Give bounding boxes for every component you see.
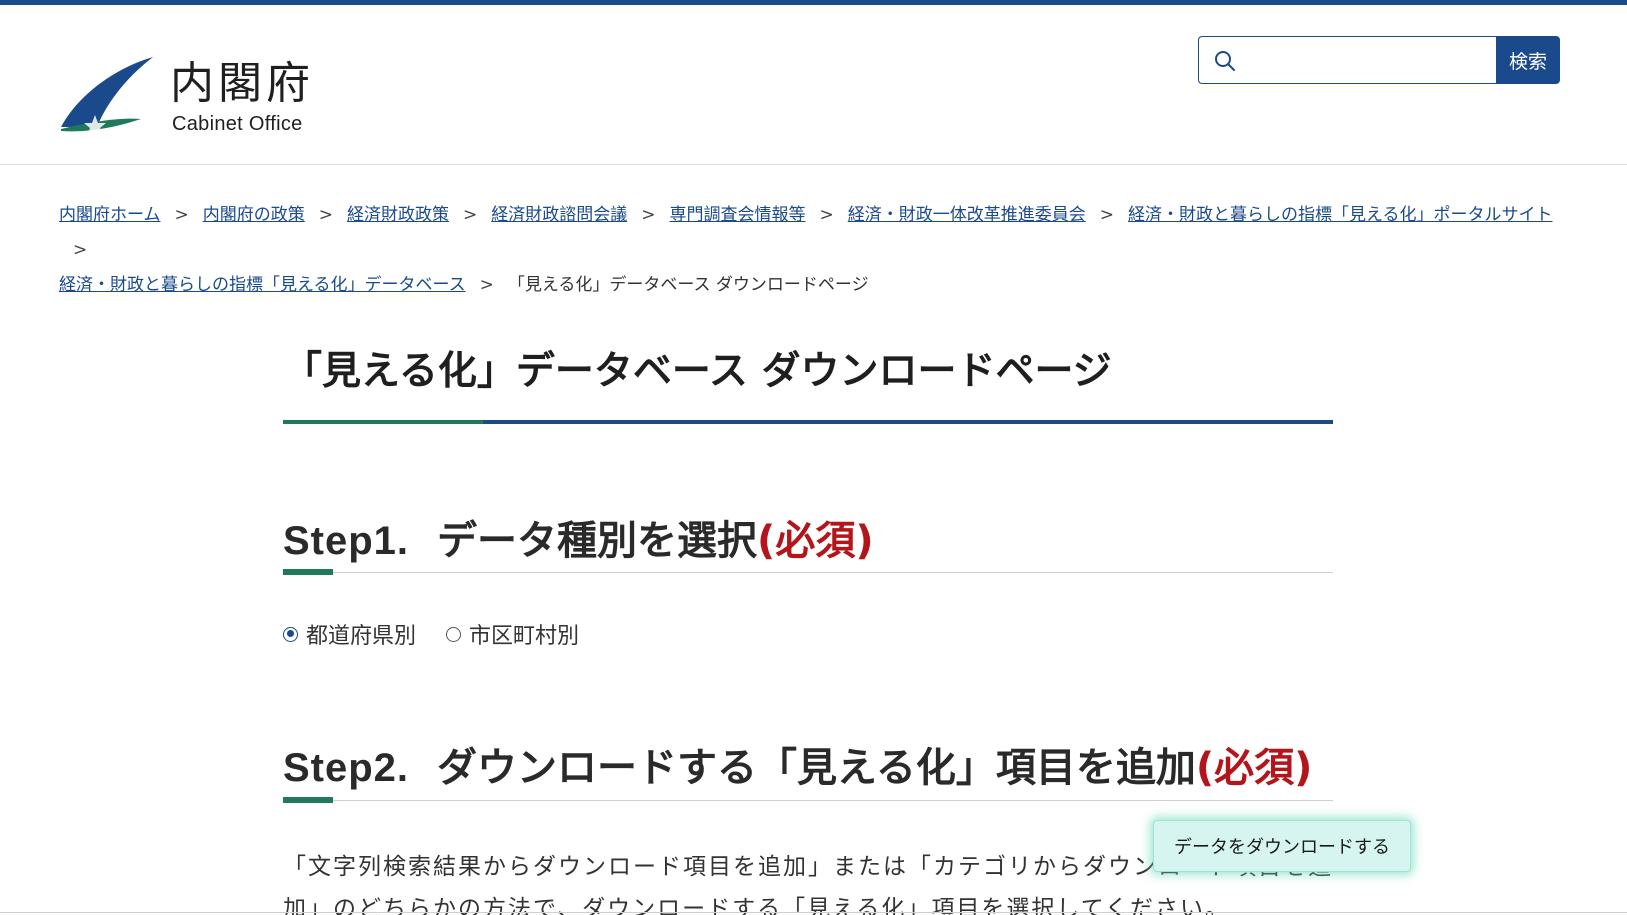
search-box — [1198, 36, 1496, 84]
breadcrumb-link-council[interactable]: 経済財政諮問会議 — [491, 205, 627, 225]
search-input[interactable] — [1245, 43, 1489, 77]
breadcrumb-separator: > — [819, 205, 834, 225]
breadcrumb-separator: > — [641, 205, 656, 225]
step1-title: データ種別を選択 — [437, 518, 758, 564]
step1-required-label: (必須) — [757, 518, 874, 564]
logo-japanese-text: 内閣府 — [170, 58, 314, 109]
data-type-radio-group: 都道府県別 市区町村別 — [283, 618, 609, 650]
site-search: 検索 — [1198, 36, 1560, 84]
breadcrumb-current: 「見える化」データベース ダウンロードページ — [507, 275, 869, 295]
radio-municipality[interactable]: 市区町村別 — [446, 618, 579, 650]
page-title-underline-accent — [283, 420, 483, 424]
radio-prefecture-label: 都道府県別 — [306, 624, 417, 649]
site-header: 内閣府 Cabinet Office 検索 — [0, 5, 1627, 165]
breadcrumb-link-expert-committee[interactable]: 専門調査会情報等 — [670, 205, 806, 225]
cabinet-office-logo[interactable]: 内閣府 Cabinet Office — [57, 53, 357, 143]
radio-municipality-label: 市区町村別 — [469, 624, 580, 649]
breadcrumb-separator: > — [174, 205, 189, 225]
page-title-underline — [283, 420, 1333, 424]
step1-underline-accent — [283, 569, 333, 575]
radio-prefecture[interactable]: 都道府県別 — [283, 618, 416, 650]
breadcrumb-link-home[interactable]: 内閣府ホーム — [59, 205, 161, 225]
breadcrumb-link-economic-fiscal-policy[interactable]: 経済財政政策 — [347, 205, 449, 225]
logo-english-text: Cabinet Office — [172, 113, 303, 135]
breadcrumb-link-policy[interactable]: 内閣府の政策 — [203, 205, 305, 225]
step2-heading: Step2. ダウンロードする「見える化」項目を追加(必須) — [283, 735, 1312, 793]
step2-underline — [283, 797, 1333, 803]
breadcrumb-link-reform-committee[interactable]: 経済・財政一体改革推進委員会 — [848, 205, 1086, 225]
breadcrumb-separator: > — [479, 275, 494, 295]
step2-underline-accent — [283, 797, 333, 803]
search-button[interactable]: 検索 — [1496, 36, 1560, 84]
step2-required-label: (必須) — [1195, 745, 1313, 791]
step2-number: Step2. — [283, 746, 410, 790]
step2-description-line2: 加」のどちらかの方法で、ダウンロードする「見える化」項目を選択してください。 — [283, 896, 1231, 915]
step2-title: ダウンロードする「見える化」項目を追加 — [437, 745, 1196, 791]
breadcrumb-link-portal-site[interactable]: 経済・財政と暮らしの指標「見える化」ポータルサイト — [1128, 205, 1553, 225]
viewport-bottom-divider — [0, 912, 1627, 913]
step1-number: Step1. — [283, 519, 410, 563]
step1-underline — [283, 569, 1333, 575]
breadcrumb: 内閣府ホーム > 内閣府の政策 > 経済財政政策 > 経済財政諮問会議 > 専門調査会情報等 > 経… — [59, 198, 1579, 303]
step1-heading: Step1. データ種別を選択(必須) — [283, 508, 874, 566]
download-data-button[interactable]: データをダウンロードする — [1153, 820, 1411, 872]
breadcrumb-separator: > — [463, 205, 478, 225]
radio-selected-icon[interactable] — [283, 626, 298, 642]
page-title: 「見える化」データベース ダウンロードページ — [283, 349, 1112, 394]
breadcrumb-separator: > — [73, 240, 88, 260]
breadcrumb-separator: > — [318, 205, 333, 225]
search-icon — [1215, 51, 1235, 71]
cabinet-office-emblem-icon — [61, 57, 153, 136]
breadcrumb-separator: > — [1099, 205, 1114, 225]
radio-unselected-icon[interactable] — [446, 626, 462, 642]
breadcrumb-link-database[interactable]: 経済・財政と暮らしの指標「見える化」データベース — [59, 275, 466, 295]
